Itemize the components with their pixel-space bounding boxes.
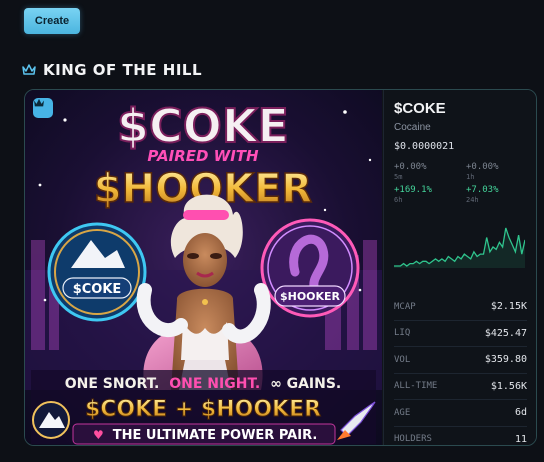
stat-liq: LIQ $425.47 — [394, 321, 527, 347]
stat-all-time: ALL-TIME $1.56K — [394, 374, 527, 400]
art-slogan: ONE SNORT. ONE NIGHT. ∞ GAINS. — [65, 376, 342, 392]
token-price: $0.0000021 — [394, 141, 455, 152]
hooker-coin-icon: $HOOKER — [260, 218, 360, 318]
art-title-2: PAIRED WITH — [147, 147, 259, 165]
change-6h: +169.1% 6h — [394, 185, 432, 204]
stat-holders: HOLDERS 11 — [394, 433, 527, 445]
crown-icon — [34, 98, 44, 107]
king-badge — [33, 98, 53, 118]
change-1h: +0.00% 1h — [466, 162, 499, 181]
token-ticker[interactable]: $COKE — [394, 100, 446, 117]
art-pair-line: $COKE + $HOOKER — [85, 397, 321, 422]
change-5m: +0.00% 5m — [394, 162, 427, 181]
stat-vol: VOL $359.80 — [394, 347, 527, 374]
art-title-1: $COKE — [117, 99, 289, 153]
token-info-panel: $COKE Cocaine $0.0000021 +0.00% 5m +0.00… — [383, 90, 536, 445]
coin-left-label: $COKE — [73, 282, 122, 297]
art-power-line: THE ULTIMATE POWER PAIR. — [113, 428, 318, 443]
stat-age: AGE 6d — [394, 400, 527, 427]
token-name: Cocaine — [394, 122, 431, 133]
svg-text:♥: ♥ — [93, 428, 104, 442]
token-stats: MCAP $2.15K LIQ $425.47 VOL $359.80 ALL-… — [394, 294, 527, 445]
token-image[interactable]: $COKE PAIRED WITH $HOOKER $COKE $HOOKER — [25, 90, 382, 445]
change-24h: +7.03% 24h — [466, 185, 499, 204]
section-title: KING OF THE HILL — [43, 61, 203, 79]
section-header: KING OF THE HILL — [22, 60, 202, 80]
stat-mcap: MCAP $2.15K — [394, 294, 527, 321]
token-card[interactable]: $COKE PAIRED WITH $HOOKER $COKE $HOOKER — [24, 89, 537, 446]
coin-right-label: $HOOKER — [280, 290, 341, 303]
create-button[interactable]: Create — [24, 8, 80, 34]
price-sparkline — [394, 227, 525, 268]
crown-icon — [22, 64, 36, 76]
coke-coin-icon: $COKE — [47, 222, 147, 322]
